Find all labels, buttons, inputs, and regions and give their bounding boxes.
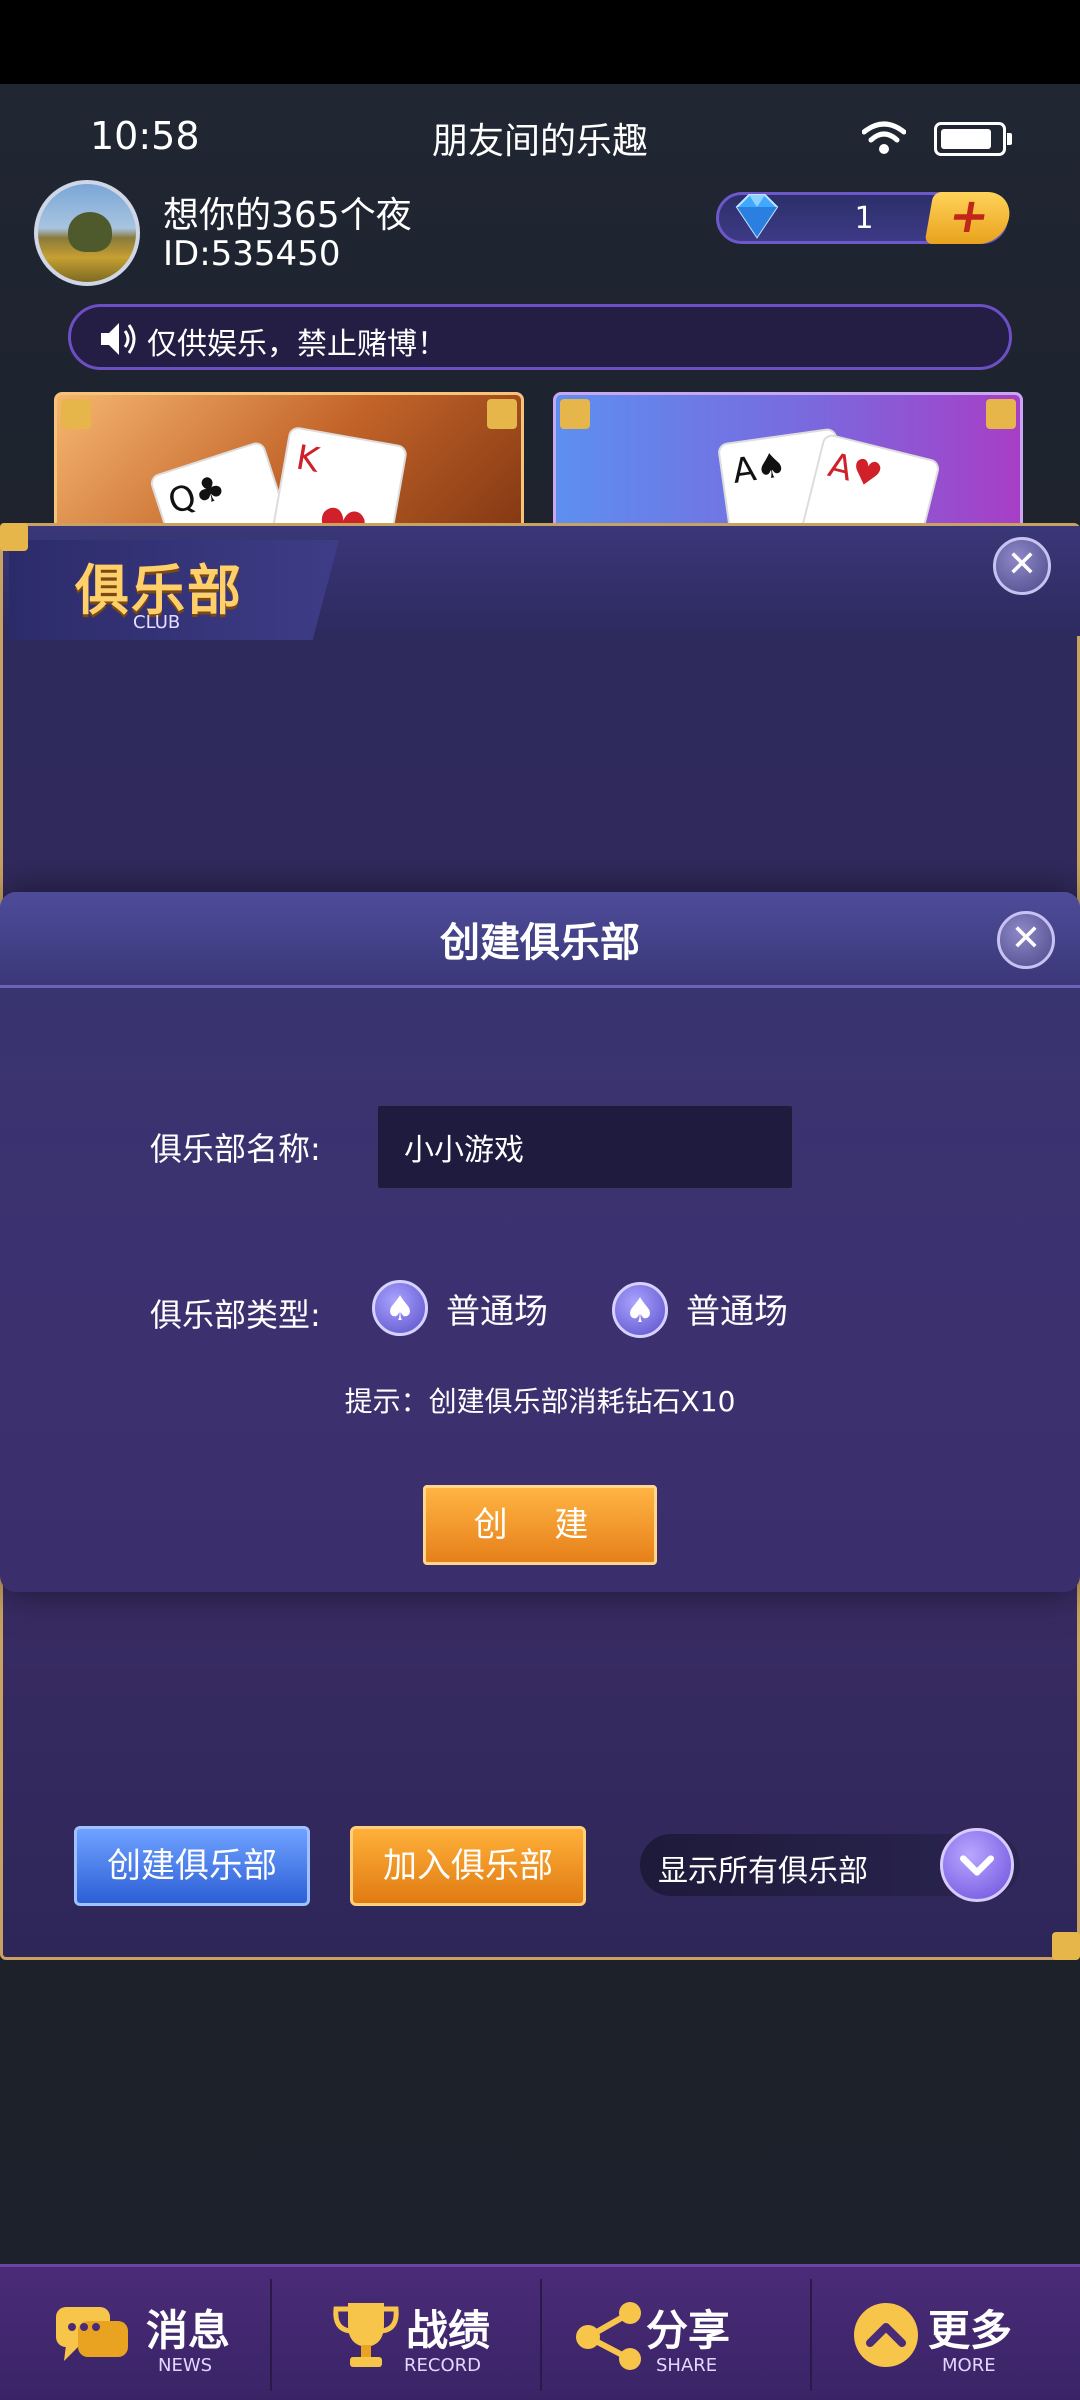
join-club-button[interactable]: 加入俱乐部 xyxy=(350,1826,586,1906)
bottom-nav: 消息 NEWS 战绩 RECORD 分享 SHARE 更多 MORE xyxy=(0,2264,1080,2400)
nav-record-sub: RECORD xyxy=(404,2355,481,2376)
nav-news[interactable]: 消息 NEWS xyxy=(0,2267,270,2400)
chat-icon xyxy=(56,2307,128,2361)
club-name-label: 俱乐部名称: xyxy=(150,1130,321,1168)
nav-more-label: 更多 xyxy=(928,2306,1013,2355)
nav-record-label: 战绩 xyxy=(406,2306,491,2355)
club-filter-value: 显示所有俱乐部 xyxy=(658,1854,868,1889)
status-bar: 10:58 朋友间的乐趣 xyxy=(0,84,1080,194)
gem-balance: 1 + xyxy=(716,188,1014,244)
dialog-header: 创建俱乐部 xyxy=(0,892,1080,988)
cost-hint: 提示：创建俱乐部消耗钻石X10 xyxy=(344,1385,736,1418)
club-subtitle: CLUB xyxy=(133,612,181,633)
share-icon xyxy=(576,2302,641,2370)
notice-bar: 仅供娱乐，禁止赌博！ xyxy=(68,304,1012,370)
club-type-radio-2[interactable]: ♠ xyxy=(612,1282,668,1338)
battery-icon xyxy=(934,122,1012,156)
club-filter-select[interactable]: 显示所有俱乐部 xyxy=(640,1828,1020,1902)
nav-record[interactable]: 战绩 RECORD xyxy=(270,2267,540,2400)
nav-more[interactable]: 更多 MORE xyxy=(810,2267,1080,2400)
nav-news-sub: NEWS xyxy=(158,2355,213,2376)
avatar[interactable] xyxy=(34,180,140,286)
app-title: 朋友间的乐趣 xyxy=(431,121,648,162)
user-id: ID:535450 xyxy=(163,234,341,274)
chevron-down-icon[interactable] xyxy=(940,1828,1014,1902)
club-close-button[interactable]: ✕ xyxy=(993,537,1051,595)
create-club-button[interactable]: 创建俱乐部 xyxy=(74,1826,310,1906)
club-header: 俱乐部 CLUB xyxy=(3,526,1080,640)
notice-text: 仅供娱乐，禁止赌博！ xyxy=(147,327,447,362)
add-gems-button[interactable]: + xyxy=(924,188,1014,244)
speaker-icon xyxy=(101,323,136,355)
nav-news-label: 消息 xyxy=(146,2306,231,2355)
club-type-radio-1[interactable]: ♠ xyxy=(372,1280,428,1336)
dialog-title: 创建俱乐部 xyxy=(440,920,640,966)
club-type-option-1[interactable]: 普通场 xyxy=(446,1284,548,1333)
gem-count: 1 xyxy=(854,201,874,236)
dialog-close-button[interactable]: ✕ xyxy=(997,911,1055,969)
diamond-icon xyxy=(735,194,779,239)
username: 想你的365个夜 xyxy=(163,195,412,236)
club-type-option-2[interactable]: 普通场 xyxy=(686,1284,788,1333)
trophy-icon xyxy=(333,2303,399,2367)
nav-share[interactable]: 分享 SHARE xyxy=(540,2267,810,2400)
club-type-label: 俱乐部类型: xyxy=(150,1296,321,1334)
nav-more-sub: MORE xyxy=(942,2355,996,2376)
nav-share-label: 分享 xyxy=(646,2306,731,2355)
nav-share-sub: SHARE xyxy=(656,2355,718,2376)
chevron-up-icon xyxy=(854,2303,918,2367)
wifi-icon xyxy=(862,121,906,154)
create-button[interactable]: 创 建 xyxy=(423,1485,657,1565)
club-name-input[interactable] xyxy=(376,1104,794,1190)
